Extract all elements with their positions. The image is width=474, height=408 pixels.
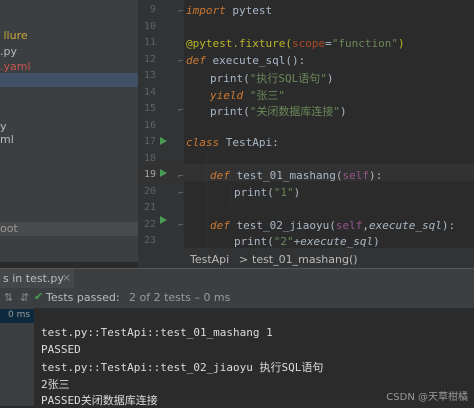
- line-number: 12: [143, 54, 156, 65]
- code-line-19: def test_01_mashang(self):: [210, 169, 383, 182]
- line-number: 20: [143, 186, 156, 197]
- code-line-12: def execute_sql():: [186, 54, 306, 67]
- run-tool-header: s in test.py ×: [0, 268, 474, 291]
- line-number: 18: [143, 153, 156, 164]
- code-line-17: class TestApi:: [186, 136, 279, 149]
- project-tree-item[interactable]: .py: [0, 45, 17, 58]
- breadcrumb-method[interactable]: test_01_mashang(): [252, 253, 358, 266]
- fold-icon[interactable]: ⌐: [178, 106, 183, 116]
- code-line-13: print("执行SQL语句"): [210, 72, 334, 85]
- test-tree: 0 ms: [0, 308, 35, 406]
- line-number: 13: [143, 70, 156, 81]
- run-tab-label: s in test.py: [3, 272, 64, 285]
- selected-row-highlight: [0, 222, 138, 236]
- fold-icon[interactable]: ⌐: [178, 57, 183, 67]
- project-tree-item[interactable]: llure: [0, 29, 28, 42]
- breadcrumb-class[interactable]: TestApi: [190, 253, 229, 266]
- fold-icon[interactable]: ⌐: [178, 7, 183, 17]
- code-line-20: print("1"): [234, 186, 301, 199]
- collapse-icon[interactable]: ⇵: [20, 291, 29, 304]
- console-line: test.py::TestApi::test_02_jiaoyu 执行SQL语句: [41, 361, 324, 374]
- project-tree-item[interactable]: .yaml: [0, 60, 31, 73]
- code-line-23: print("2"+execute_sql): [234, 235, 380, 248]
- line-number: 14: [143, 87, 156, 98]
- console-line: test.py::TestApi::test_01_mashang 1: [41, 326, 273, 339]
- tests-passed-label: Tests passed:: [46, 291, 120, 304]
- code-line-14: yield "张三": [210, 89, 285, 102]
- line-number: 23: [143, 235, 156, 246]
- check-icon: ✔: [34, 290, 44, 303]
- line-number: 11: [143, 37, 156, 48]
- project-tree-item[interactable]: ml: [0, 133, 14, 146]
- line-number: 22: [143, 219, 156, 230]
- expand-icon[interactable]: ⇅: [4, 291, 13, 304]
- line-number: 21: [143, 202, 156, 213]
- fold-icon[interactable]: ⌐: [178, 221, 183, 231]
- code-line-15: print("关闭数据库连接"): [210, 105, 347, 118]
- line-number: 19: [143, 169, 156, 180]
- indent-guide: [206, 154, 207, 248]
- run-test-icon[interactable]: [160, 216, 167, 224]
- test-duration: 0 ms: [8, 310, 31, 320]
- console-line: 2张三: [41, 378, 70, 391]
- run-test-icon[interactable]: [160, 169, 167, 177]
- close-icon[interactable]: ×: [62, 271, 71, 284]
- run-status-bar: ⇅ ⇵ ✔ Tests passed: 2 of 2 tests – 0 ms: [0, 288, 474, 308]
- watermark: CSDN @天草柑橘: [386, 392, 468, 403]
- fold-icon[interactable]: ⌐: [178, 189, 183, 199]
- test-tree-row[interactable]: 0 ms: [0, 309, 34, 323]
- breadcrumb: TestApi > test_01_mashang(): [138, 248, 474, 269]
- selected-row-highlight: [0, 73, 138, 87]
- code-line-11: @pytest.fixture(scope="function"): [186, 37, 405, 50]
- breadcrumb-separator: >: [239, 253, 249, 266]
- fold-icon[interactable]: ⌐: [178, 172, 183, 182]
- line-number: 15: [143, 103, 156, 114]
- line-number: 9: [149, 4, 156, 15]
- console-line: PASSED: [41, 343, 81, 356]
- line-number: 16: [143, 120, 156, 131]
- project-panel: llure .py .yaml y ml oot: [0, 0, 138, 262]
- project-tree-item[interactable]: y: [0, 120, 7, 133]
- tests-passed-count: 2 of 2 tests – 0 ms: [129, 291, 231, 304]
- indent-guide: [230, 186, 231, 206]
- line-number: 17: [143, 136, 156, 147]
- line-number: 10: [143, 21, 156, 32]
- code-line-22: def test_02_jiaoyu(self,execute_sql):: [210, 219, 456, 232]
- project-tree-item[interactable]: oot: [0, 222, 18, 235]
- code-line-9: import pytest: [186, 4, 273, 17]
- run-class-icon[interactable]: [160, 137, 167, 145]
